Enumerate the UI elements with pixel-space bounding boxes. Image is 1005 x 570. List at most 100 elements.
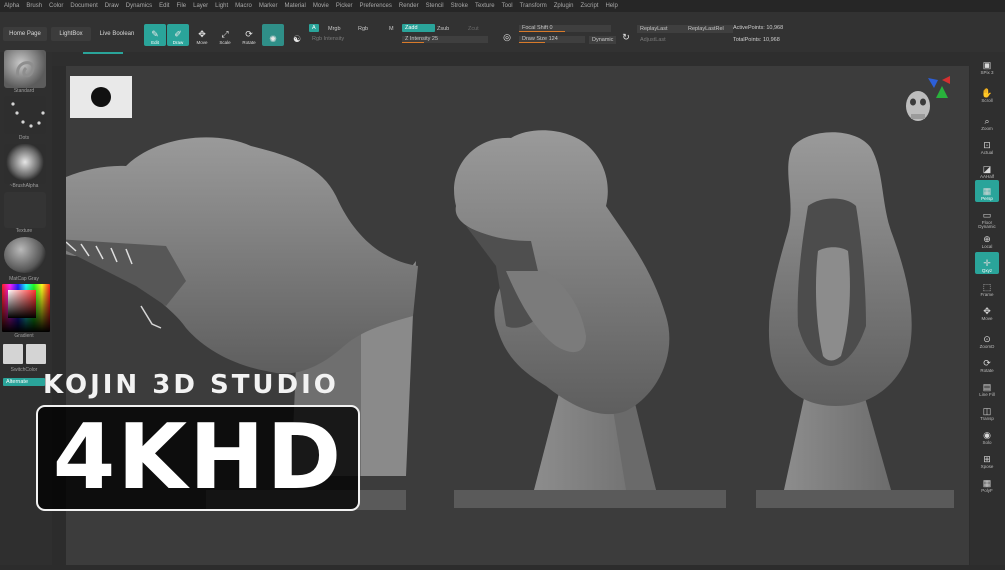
rgb-toggle[interactable]: Rgb — [355, 25, 371, 33]
yin-yang-icon: ☯ — [292, 34, 302, 44]
edit-label: Edit — [151, 40, 159, 45]
menu-item-color[interactable]: Color — [49, 3, 63, 9]
right-shelf-solo-button[interactable]: ◉ Solo — [975, 424, 999, 446]
adjust-last-slider[interactable]: AdjustLast — [637, 36, 669, 44]
menu-item-material[interactable]: Material — [285, 3, 306, 9]
menu-item-preferences[interactable]: Preferences — [360, 3, 392, 9]
right-shelf-local-button[interactable]: ⊕ Local — [975, 228, 999, 250]
menu-item-picker[interactable]: Picker — [336, 3, 353, 9]
studio-title: KOJIN 3D STUDIO — [43, 370, 339, 400]
menu-item-alpha[interactable]: Alpha — [4, 3, 19, 9]
color-picker[interactable] — [2, 284, 50, 332]
live-boolean-button[interactable]: Live Boolean — [95, 27, 139, 41]
right-shelf-label: Local — [981, 244, 993, 249]
right-shelf-rotate-view-button[interactable]: ⟳ Rotate — [975, 352, 999, 374]
right-shelf-label: Frame — [980, 292, 994, 297]
draw-size-slider[interactable]: Draw Size 124 — [519, 36, 585, 43]
color-square[interactable] — [8, 290, 36, 318]
rotate-label: Rotate — [242, 40, 256, 45]
menu-item-help[interactable]: Help — [605, 3, 617, 9]
m-toggle[interactable]: M — [386, 25, 397, 33]
zcut-toggle[interactable]: Zcut — [465, 25, 482, 33]
a-toggle[interactable]: A — [309, 24, 319, 32]
standard-brush-button[interactable] — [4, 50, 46, 88]
menu-item-file[interactable]: File — [176, 3, 186, 9]
material-label: MatCap Gray — [9, 276, 39, 282]
texture-button[interactable] — [4, 192, 46, 228]
sphere-material-button[interactable]: ✺ — [262, 24, 284, 46]
right-shelf-linefill-button[interactable]: ▤ Line Fill — [975, 376, 999, 398]
trex-front-view — [756, 132, 954, 508]
right-shelf-xpose-button[interactable]: ⊞ Xpose — [975, 448, 999, 470]
standard-brush-label: Standard — [13, 88, 35, 94]
right-shelf-scroll-button[interactable]: ✋ Scroll — [975, 82, 999, 104]
right-shelf-xyz-button[interactable]: ✛ Qxyz — [975, 252, 999, 274]
draw-mode-button[interactable]: ✐ Draw — [167, 24, 189, 46]
mrgb-toggle[interactable]: Mrgb — [325, 25, 344, 33]
menu-item-brush[interactable]: Brush — [26, 3, 42, 9]
brush-alpha-button[interactable] — [4, 144, 46, 184]
z-intensity-fill — [402, 42, 424, 43]
secondary-color-swatch[interactable] — [26, 344, 46, 364]
menu-item-stencil[interactable]: Stencil — [426, 3, 444, 9]
focal-shift-slider[interactable]: Focal Shift 0 — [519, 25, 611, 32]
material-button-left[interactable] — [4, 237, 46, 273]
menu-item-dynamics[interactable]: Dynamics — [126, 3, 152, 9]
rotate-mode-button[interactable]: ⟳ Rotate — [238, 24, 260, 46]
edit-mode-button[interactable]: ✎ Edit — [144, 24, 166, 46]
menu-item-stroke[interactable]: Stroke — [451, 3, 468, 9]
menu-item-draw[interactable]: Draw — [105, 3, 119, 9]
lightbox-button[interactable]: LightBox — [51, 27, 91, 41]
switch-color-label[interactable]: SwitchColor — [0, 367, 48, 373]
scale-mode-button[interactable]: ⤢ Scale — [214, 24, 236, 46]
move-mode-button[interactable]: ✥ Move — [191, 24, 213, 46]
menu-item-texture[interactable]: Texture — [475, 3, 495, 9]
texture-label: Texture — [15, 228, 33, 234]
replay-icon: ↻ — [622, 32, 630, 42]
replay-last-button[interactable]: ReplayLast — [637, 25, 685, 33]
brush-shape-button[interactable]: ◎ — [498, 26, 516, 44]
replay-button[interactable]: ↻ — [617, 26, 635, 44]
right-shelf-label: Scroll — [981, 98, 993, 103]
replay-last-rel-button[interactable]: ReplayLastRel — [685, 25, 733, 33]
right-shelf-bpr-button[interactable]: ▣ SPix 3 — [975, 54, 999, 76]
menu-item-render[interactable]: Render — [399, 3, 419, 9]
main-menu-bar: Alpha Brush Color Document Draw Dynamics Edit F… — [0, 0, 1005, 12]
right-shelf-transp-button[interactable]: ◫ Transp — [975, 400, 999, 422]
z-intensity-slider[interactable]: Z Intensity 25 — [402, 36, 488, 43]
right-shelf-aahalf-button[interactable]: ◪ AAHalf — [975, 158, 999, 180]
menu-item-movie[interactable]: Movie — [313, 3, 329, 9]
alternate-toggle[interactable]: Alternate — [3, 378, 45, 386]
menu-item-macro[interactable]: Macro — [235, 3, 252, 9]
menu-item-zplugin[interactable]: Zplugin — [554, 3, 574, 9]
rgb-intensity-slider[interactable]: Rgb Intensity — [309, 36, 395, 43]
right-shelf-actual-button[interactable]: ⊡ Actual — [975, 134, 999, 156]
menu-item-light[interactable]: Light — [215, 3, 228, 9]
zadd-toggle[interactable]: Zadd — [402, 24, 435, 32]
menu-item-zscript[interactable]: Zscript — [580, 3, 598, 9]
menu-item-edit[interactable]: Edit — [159, 3, 169, 9]
right-shelf-zoom3d-button[interactable]: ⊙ ZoomD — [975, 328, 999, 350]
canvas-top-strip — [52, 52, 970, 66]
right-shelf-label: Zoom — [981, 126, 993, 131]
stroke-dots-button[interactable] — [4, 96, 46, 134]
right-shelf-zoom-button[interactable]: ⌕ Zoom — [975, 110, 999, 132]
main-color-swatch[interactable] — [3, 344, 23, 364]
menu-item-document[interactable]: Document — [70, 3, 97, 9]
home-page-button[interactable]: Home Page — [3, 27, 47, 41]
sun-icon: ✺ — [269, 34, 277, 44]
menu-item-tool[interactable]: Tool — [502, 3, 513, 9]
menu-item-marker[interactable]: Marker — [259, 3, 278, 9]
dynamic-toggle[interactable]: Dynamic — [589, 36, 617, 44]
right-shelf-label: ZoomD — [979, 344, 995, 349]
material-button[interactable]: ☯ — [286, 24, 308, 46]
rotate-view-icon: ⟳ — [983, 358, 991, 368]
right-shelf-move-view-button[interactable]: ✥ Move — [975, 300, 999, 322]
right-shelf-dynamic-toggle[interactable]: Dynamic — [975, 222, 999, 230]
menu-item-transform[interactable]: Transform — [520, 3, 547, 9]
right-shelf-persp-button[interactable]: ▦ Persp — [975, 180, 999, 202]
right-shelf-polyf-button[interactable]: ▦ PolyF — [975, 472, 999, 494]
menu-item-layer[interactable]: Layer — [193, 3, 208, 9]
zsub-toggle[interactable]: Zsub — [434, 25, 452, 33]
right-shelf-frame-button[interactable]: ⬚ Frame — [975, 276, 999, 298]
